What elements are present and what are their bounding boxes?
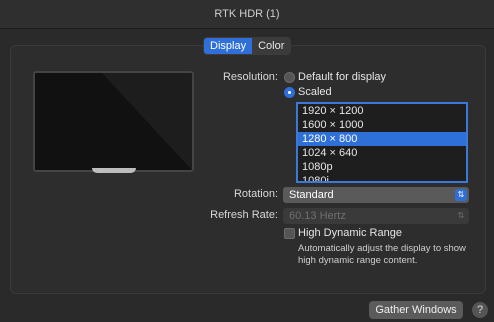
rotation-value: Standard <box>289 189 334 201</box>
tab-bar: Display Color <box>203 37 292 55</box>
monitor-image <box>33 71 194 172</box>
resolution-list[interactable]: 1920 × 1200 1600 × 1000 1280 × 800 1024 … <box>296 102 468 183</box>
hdr-label: High Dynamic Range <box>298 227 402 239</box>
option-default-for-display-label: Default for display <box>298 71 387 83</box>
resolution-label: Resolution: <box>222 71 278 83</box>
resolution-list-item[interactable]: 1080i <box>298 174 466 181</box>
refresh-rate-label: Refresh Rate: <box>210 209 278 221</box>
resolution-list-item[interactable]: 1024 × 640 <box>298 146 466 160</box>
radio-scaled[interactable] <box>284 87 295 98</box>
option-scaled-label: Scaled <box>298 86 332 98</box>
window-titlebar: RTK HDR (1) <box>0 0 494 29</box>
tab-display[interactable]: Display <box>204 38 253 54</box>
hdr-checkbox[interactable] <box>284 228 295 239</box>
resolution-list-item[interactable]: 1080p <box>298 160 466 174</box>
chevron-updown-icon: ⇅ <box>455 189 467 201</box>
resolution-list-item-selected[interactable]: 1280 × 800 <box>298 132 466 146</box>
refresh-rate-value: 60.13 Hertz <box>289 210 346 222</box>
rotation-select[interactable]: Standard ⇅ <box>283 187 469 203</box>
monitor-stand <box>92 168 136 173</box>
resolution-list-item[interactable]: 1920 × 1200 <box>298 104 466 118</box>
window-title: RTK HDR (1) <box>214 8 280 20</box>
tab-color[interactable]: Color <box>252 38 291 54</box>
hdr-description: Automatically adjust the display to show… <box>298 243 466 266</box>
radio-default-for-display[interactable] <box>284 72 295 83</box>
chevron-updown-icon: ⇅ <box>457 211 465 220</box>
resolution-list-item[interactable]: 1600 × 1000 <box>298 118 466 132</box>
rotation-label: Rotation: <box>233 188 278 200</box>
help-icon[interactable]: ? <box>472 302 488 318</box>
gather-windows-button[interactable]: Gather Windows <box>369 301 463 319</box>
refresh-rate-select: 60.13 Hertz ⇅ <box>283 208 469 224</box>
